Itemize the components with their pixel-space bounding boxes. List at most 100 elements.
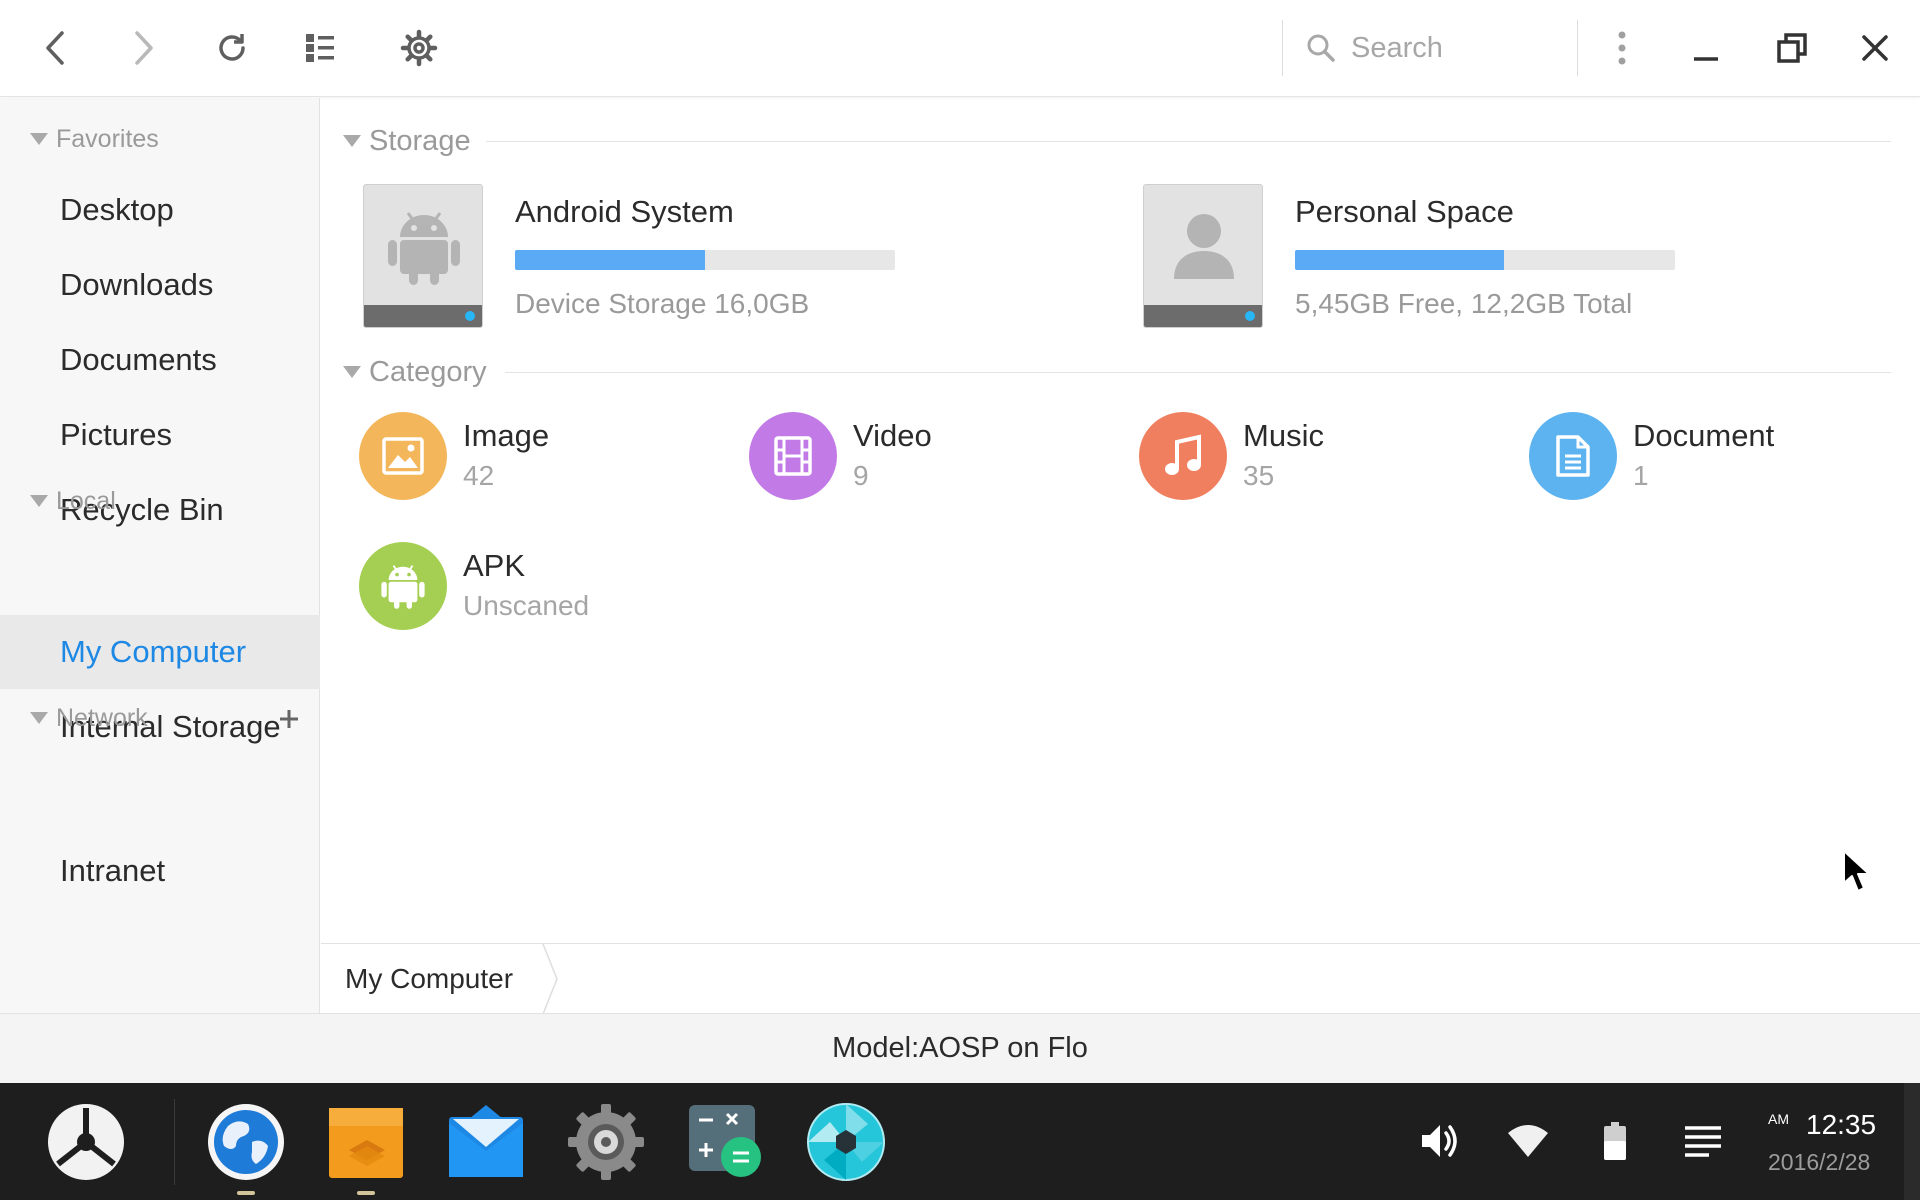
category-icon-circle — [749, 412, 837, 500]
search-input[interactable] — [1351, 31, 1571, 65]
sidebar-item-downloads[interactable]: Downloads — [0, 248, 320, 322]
drive-usage-bar — [1295, 250, 1675, 270]
taskbar-app-file-manager[interactable] — [325, 1101, 407, 1183]
add-network-button[interactable] — [274, 704, 304, 734]
section-storage[interactable]: Storage — [343, 121, 471, 161]
category-icon-circle — [1139, 412, 1227, 500]
drive-led — [465, 311, 475, 321]
film-icon — [774, 436, 812, 476]
sidebar-item-label: Pictures — [60, 417, 172, 452]
taskbar-divider — [174, 1099, 175, 1185]
list-view-icon — [306, 34, 334, 62]
breadcrumb: My Computer — [321, 943, 1920, 1014]
taskbar-app-email[interactable] — [445, 1101, 527, 1183]
divider — [486, 141, 1891, 142]
category-icon-circle — [359, 542, 447, 630]
minimize-icon — [1694, 57, 1718, 61]
clock-ampm: AM — [1768, 1111, 1789, 1127]
refresh-button[interactable] — [206, 22, 258, 74]
sidebar-item-label: Desktop — [60, 192, 174, 227]
category-document[interactable]: Document 1 — [1529, 412, 1889, 502]
settings-gear-icon — [568, 1104, 644, 1180]
category-count: 42 — [463, 460, 495, 491]
close-button[interactable] — [1849, 22, 1901, 74]
notifications-list-icon — [1685, 1126, 1721, 1157]
drive-usage-bar — [515, 250, 895, 270]
envelope-icon — [449, 1105, 523, 1177]
wifi-button[interactable] — [1500, 1113, 1556, 1169]
back-button[interactable] — [29, 22, 81, 74]
category-icon-circle — [359, 412, 447, 500]
collapse-triangle-icon — [343, 366, 361, 378]
sidebar-item-desktop[interactable]: Desktop — [0, 173, 320, 247]
forward-button[interactable] — [118, 22, 170, 74]
sidebar-item-label: My Computer — [60, 634, 247, 669]
category-music[interactable]: Music 35 — [1139, 412, 1499, 502]
sidebar-item-intranet[interactable]: Intranet — [0, 834, 320, 908]
more-options-button[interactable] — [1596, 22, 1648, 74]
document-icon — [1556, 435, 1590, 477]
user-icon — [1174, 214, 1234, 279]
taskbar-app-camera[interactable] — [805, 1101, 887, 1183]
drive-thumbnail — [363, 184, 483, 328]
start-menu-icon — [48, 1104, 124, 1180]
gear-icon — [400, 29, 438, 67]
clock-date: 2016/2/28 — [1768, 1149, 1871, 1175]
search-box[interactable] — [1282, 20, 1578, 76]
category-count: 1 — [1633, 460, 1649, 491]
category-name: Music — [1243, 418, 1324, 453]
view-mode-button[interactable] — [294, 22, 346, 74]
toolbar — [0, 0, 1920, 97]
section-favorites-label: Favorites — [56, 124, 159, 153]
section-category[interactable]: Category — [343, 352, 487, 392]
restore-button[interactable] — [1766, 22, 1818, 74]
android-icon — [381, 565, 425, 609]
category-apk[interactable]: APK Unscaned — [359, 542, 719, 632]
volume-icon — [1422, 1125, 1457, 1157]
mouse-pointer-icon — [1843, 850, 1870, 892]
category-icon-circle — [1529, 412, 1617, 500]
drive-personal-space[interactable]: Personal Space 5,45GB Free, 12,2GB Total — [1143, 184, 1703, 332]
running-indicator — [237, 1191, 255, 1195]
taskbar-app-browser[interactable] — [205, 1101, 287, 1183]
category-image[interactable]: Image 42 — [359, 412, 719, 502]
volume-button[interactable] — [1412, 1113, 1468, 1169]
category-count: 9 — [853, 460, 869, 491]
show-desktop-button[interactable] — [1904, 1083, 1920, 1200]
status-bar: Model:AOSP on Flo — [0, 1013, 1920, 1083]
drive-info: Device Storage 16,0GB — [515, 288, 810, 319]
category-name: Image — [463, 418, 550, 453]
drive-android-system[interactable]: Android System Device Storage 16,0GB — [363, 184, 923, 332]
sidebar-item-documents[interactable]: Documents — [0, 323, 320, 397]
section-network[interactable]: Network — [30, 698, 148, 738]
sidebar-item-pictures[interactable]: Pictures — [0, 398, 320, 472]
wifi-icon — [1508, 1125, 1548, 1157]
minimize-button[interactable] — [1680, 22, 1732, 74]
breadcrumb-separator-icon — [542, 944, 558, 1014]
category-count: Unscaned — [463, 590, 590, 621]
clock-time[interactable]: 12:35 — [1806, 1109, 1876, 1141]
close-icon — [1862, 35, 1888, 61]
calculator-icon — [689, 1105, 761, 1177]
main-content: Storage Android System Device Storage 16… — [321, 98, 1920, 943]
taskbar-app-calculator[interactable] — [685, 1101, 767, 1183]
refresh-icon — [219, 34, 245, 61]
device-model-text: Model:AOSP on Flo — [832, 1032, 1088, 1064]
plus-icon — [280, 710, 298, 728]
category-name: Document — [1633, 418, 1775, 453]
notifications-button[interactable] — [1675, 1113, 1731, 1169]
battery-button[interactable] — [1587, 1113, 1643, 1169]
start-menu-button[interactable] — [45, 1101, 127, 1183]
section-favorites[interactable]: Favorites — [30, 119, 159, 159]
category-video[interactable]: Video 9 — [749, 412, 1109, 502]
breadcrumb-item[interactable]: My Computer — [345, 944, 535, 1014]
settings-button[interactable] — [393, 22, 445, 74]
sidebar-item-my-computer[interactable]: My Computer — [0, 615, 320, 689]
drive-usage-fill — [1295, 250, 1504, 270]
taskbar-app-settings[interactable] — [565, 1101, 647, 1183]
category-name: APK — [463, 548, 526, 583]
section-local[interactable]: Local — [30, 481, 116, 521]
section-local-label: Local — [56, 486, 116, 515]
taskbar: AM 12:35 2016/2/28 — [0, 1083, 1920, 1200]
sidebar-item-label: Intranet — [60, 853, 166, 888]
